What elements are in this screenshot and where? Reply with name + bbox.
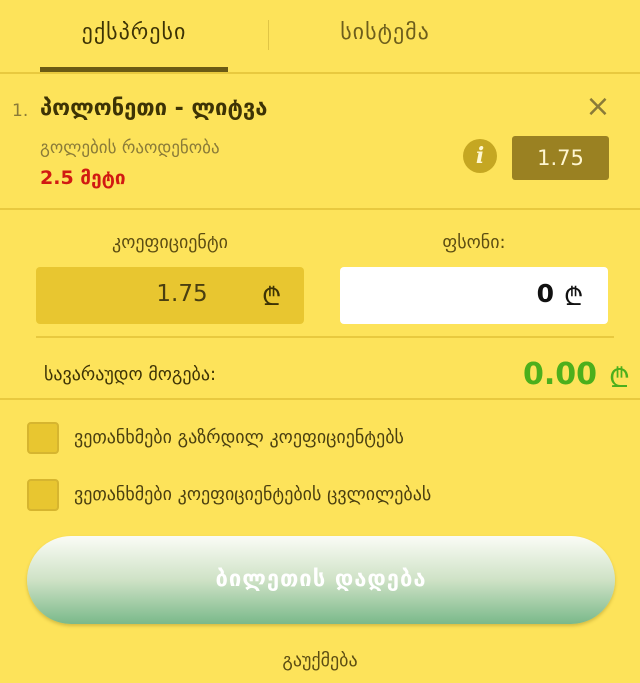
stake-input[interactable]: 0 ₾ xyxy=(340,267,608,324)
selection-name: 2.5 მეტი xyxy=(40,167,126,189)
cancel-button[interactable]: გაუქმება xyxy=(220,650,420,671)
coefficient-field: 1.75 ₾ xyxy=(36,267,304,324)
potential-win-value: 0.00 xyxy=(523,357,598,392)
lari-currency-icon: ₾ xyxy=(564,282,584,311)
accept-increased-odds-label[interactable]: ვეთანხმები გაზრდილ კოეფიციენტებს xyxy=(74,427,404,448)
coefficient-value: 1.75 xyxy=(156,281,208,307)
potential-win-label: სავარაუდო მოგება: xyxy=(44,364,217,385)
accept-odds-change-checkbox[interactable] xyxy=(27,479,59,511)
info-icon[interactable]: i xyxy=(463,139,497,173)
divider xyxy=(0,208,640,210)
divider xyxy=(36,336,614,338)
stake-label: ფსონი: xyxy=(442,232,506,253)
accept-increased-odds-checkbox[interactable] xyxy=(27,422,59,454)
close-icon[interactable]: × xyxy=(583,92,613,122)
event-title: პოლონეთი - ლიტვა xyxy=(40,96,268,121)
coefficient-label: კოეფიციენტი xyxy=(112,232,228,253)
divider xyxy=(0,398,640,400)
odd-badge: 1.75 xyxy=(512,136,609,180)
accept-odds-change-label[interactable]: ვეთანხმები კოეფიციენტების ცვლილებას xyxy=(74,484,431,505)
event-number: 1. xyxy=(12,101,29,121)
lari-currency-icon: ₾ xyxy=(262,282,282,311)
market-name: გოლების რაოდენობა xyxy=(40,138,220,158)
tab-express[interactable]: ექსპრესი xyxy=(40,20,228,46)
tab-system[interactable]: სისტემა xyxy=(290,20,480,46)
lari-currency-icon: ₾ xyxy=(609,363,630,394)
tab-divider xyxy=(268,20,269,50)
bet-type-tabs: ექსპრესი სისტემა xyxy=(0,0,640,73)
place-bet-button[interactable]: ბილეთის დადება xyxy=(27,536,615,624)
divider xyxy=(0,72,640,74)
stake-value[interactable]: 0 xyxy=(537,279,554,308)
